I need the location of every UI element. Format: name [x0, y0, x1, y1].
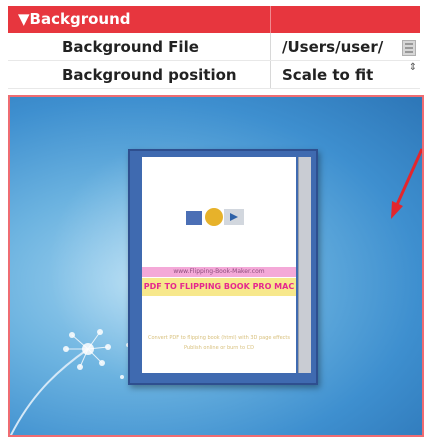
column-divider — [270, 33, 271, 60]
section-title: ▼Background — [18, 10, 131, 28]
background-settings-panel: ▼Background Background File /Users/user/… — [0, 0, 426, 441]
book-description-line: Convert PDF to flipping book (html) with… — [148, 335, 290, 341]
book-description-line: Publish online or burn to CD — [184, 345, 254, 351]
position-stepper[interactable]: ⇕ — [408, 63, 418, 84]
book-page: www.Flipping-Book-Maker.com PDF TO FLIPP… — [142, 157, 296, 373]
book-url: www.Flipping-Book-Maker.com — [142, 267, 296, 277]
red-arrow-icon — [391, 148, 422, 219]
column-divider — [270, 61, 271, 88]
flipbook-preview: www.Flipping-Book-Maker.com PDF TO FLIPP… — [128, 149, 318, 385]
row-background-position[interactable]: Background position Scale to fit ⇕ — [8, 61, 420, 89]
background-preview: www.Flipping-Book-Maker.com PDF TO FLIPP… — [8, 95, 424, 437]
row-background-file[interactable]: Background File /Users/user/ — [8, 33, 420, 61]
book-title: PDF TO FLIPPING BOOK PRO MAC — [142, 278, 296, 296]
book-edge — [298, 157, 311, 373]
property-label-background-position: Background position — [62, 66, 237, 84]
background-section-header[interactable]: ▼Background — [8, 6, 420, 34]
book-logo-icon — [186, 208, 244, 226]
file-icon[interactable] — [402, 40, 416, 56]
background-position-value[interactable]: Scale to fit — [282, 66, 410, 84]
property-label-background-file: Background File — [62, 38, 199, 56]
background-file-value[interactable]: /Users/user/ — [282, 38, 410, 56]
column-divider — [270, 6, 271, 33]
